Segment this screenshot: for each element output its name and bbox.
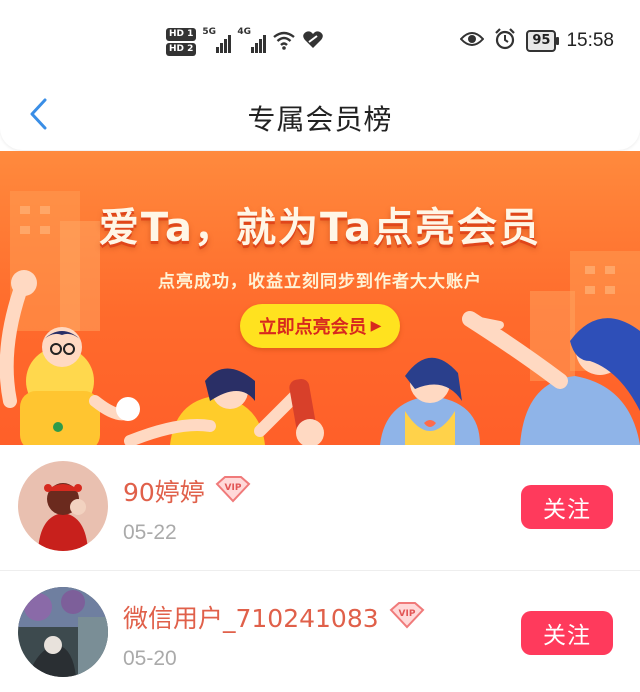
member-name[interactable]: 微信用户_710241083: [123, 599, 379, 635]
nav-header: 专属会员榜: [0, 88, 640, 144]
signal-4g-icon: 4G: [237, 27, 267, 53]
member-list: 90婷婷 VIP 05-22 关注 微信用户_710241083 VIP 05-…: [0, 445, 640, 692]
top-bar: HD 1 HD 2 5G 4G 95 15:58 专属会员榜: [0, 0, 640, 150]
follow-button[interactable]: 关注: [521, 485, 613, 529]
avatar[interactable]: [18, 587, 108, 677]
status-bar-right: 95 15:58: [460, 28, 614, 54]
battery-icon: 95: [526, 30, 560, 52]
status-bar: HD 1 HD 2 5G 4G 95 15:58: [0, 22, 640, 68]
eye-icon: [460, 30, 485, 52]
banner-headline: 爱Ta，就为Ta点亮会员: [98, 205, 542, 251]
avatar[interactable]: [18, 461, 108, 551]
member-date: 05-20: [123, 647, 177, 670]
list-item: 90婷婷 VIP 05-22 关注: [0, 445, 640, 571]
list-item: 微信用户_710241083 VIP 05-20 关注: [0, 571, 640, 692]
promo-banner[interactable]: 爱Ta，就为Ta点亮会员 点亮成功，收益立刻同步到作者大大账户 立即点亮会员 ▶: [0, 151, 640, 445]
follow-button[interactable]: 关注: [521, 611, 613, 655]
alarm-icon: [494, 28, 516, 54]
hd1-badge: HD 1: [166, 28, 197, 41]
net-5g-label: 5G: [202, 27, 217, 37]
cta-label: 立即点亮会员: [258, 317, 367, 338]
heart-link-icon: [302, 30, 324, 54]
hd2-badge: HD 2: [166, 43, 197, 56]
clock: 15:58: [566, 30, 614, 51]
page-title: 专属会员榜: [247, 103, 393, 136]
member-date: 05-22: [123, 521, 177, 544]
light-up-member-button[interactable]: 立即点亮会员 ▶: [240, 304, 400, 348]
vip-label: VIP: [224, 483, 241, 493]
banner-subtitle: 点亮成功，收益立刻同步到作者大大账户: [158, 272, 482, 292]
member-name[interactable]: 90婷婷: [123, 473, 205, 509]
vip-label: VIP: [398, 609, 415, 619]
vip-diamond-icon: VIP: [213, 475, 253, 507]
signal-5g-icon: 5G: [202, 27, 232, 53]
status-bar-left: HD 1 HD 2 5G 4G: [166, 27, 324, 56]
wifi-icon: [272, 30, 296, 54]
net-4g-label: 4G: [237, 27, 252, 37]
hd-indicators: HD 1 HD 2: [166, 28, 197, 56]
play-arrow-icon: ▶: [370, 318, 382, 334]
member-name-line: 微信用户_710241083 VIP: [123, 599, 427, 635]
member-name-line: 90婷婷 VIP: [123, 473, 253, 509]
vip-diamond-icon: VIP: [387, 601, 427, 633]
